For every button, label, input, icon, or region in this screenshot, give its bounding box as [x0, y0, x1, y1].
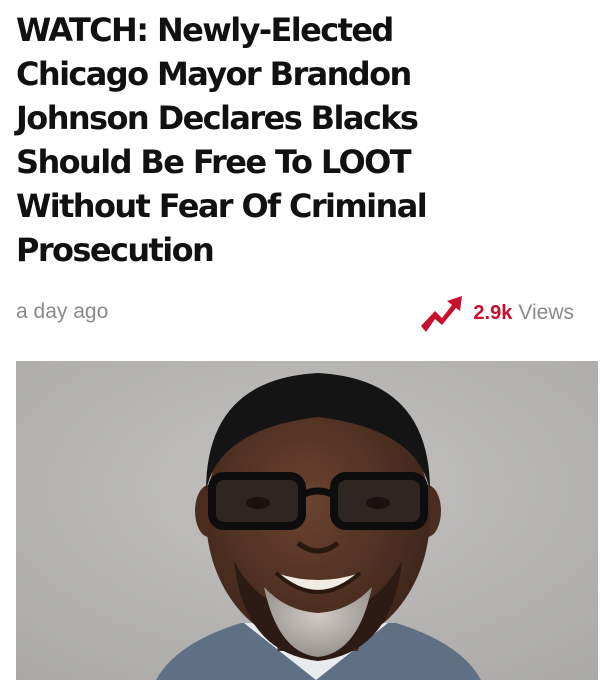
headline-line: WATCH: Newly-Elected — [16, 11, 394, 49]
headline-line: Without Fear Of Criminal — [16, 187, 428, 225]
views-count: 2.9k — [473, 301, 513, 324]
article-meta: a day ago 2.9k Views — [16, 296, 574, 332]
headline-line: Should Be Free To LOOT — [16, 143, 412, 181]
article-photo[interactable] — [16, 361, 598, 680]
article-page: WATCH: Newly-Elected Chicago Mayor Brand… — [0, 0, 614, 680]
headline-line: Johnson Declares Blacks — [16, 99, 419, 137]
portrait-photo — [16, 361, 598, 680]
views-label: Views — [518, 301, 574, 324]
article-headline[interactable]: WATCH: Newly-Elected Chicago Mayor Brand… — [16, 8, 606, 272]
post-timestamp: a day ago — [16, 300, 109, 323]
views-counter: 2.9k Views — [419, 296, 574, 332]
headline-line: Prosecution — [16, 231, 215, 269]
headline-line: Chicago Mayor Brandon — [16, 55, 412, 93]
trending-up-arrow-icon — [421, 296, 463, 332]
